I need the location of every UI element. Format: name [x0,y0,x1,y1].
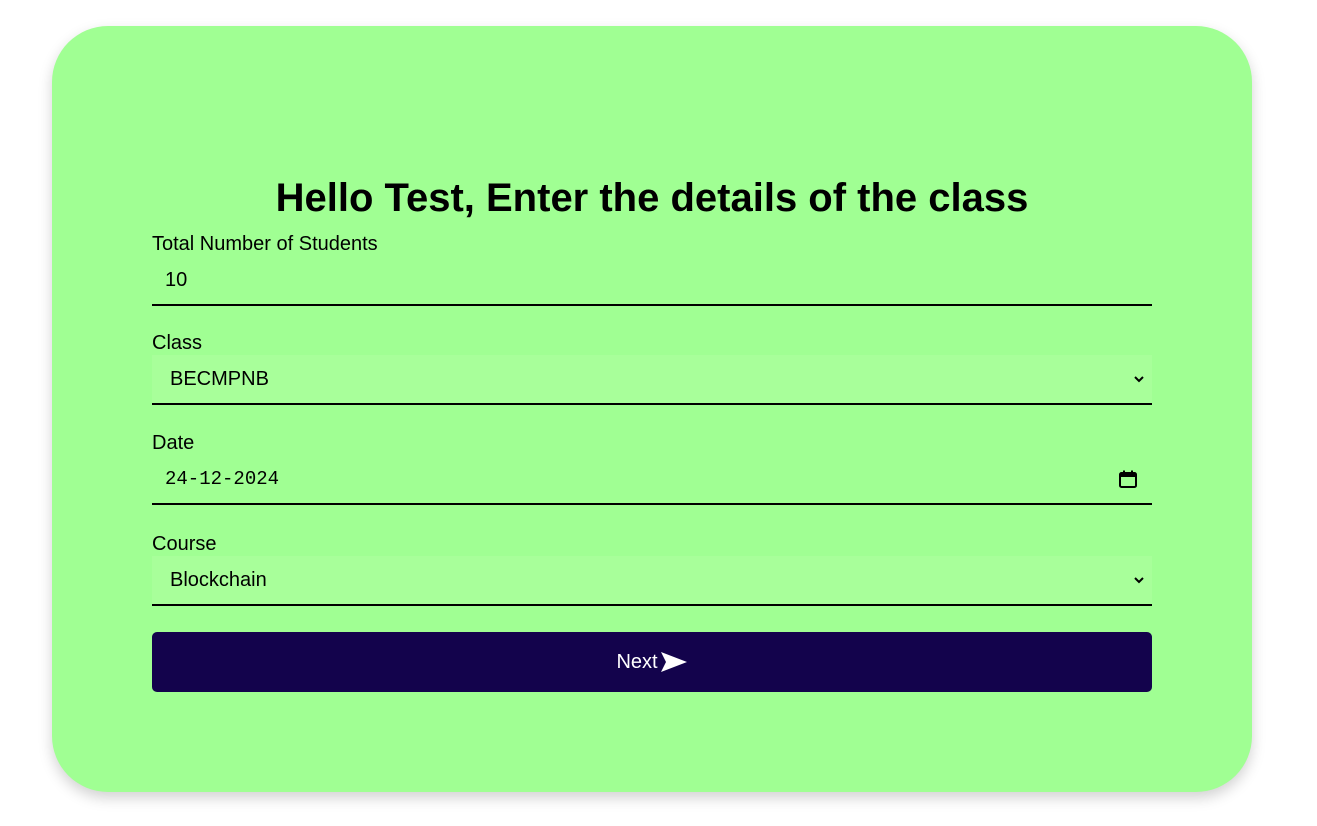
calendar-icon[interactable] [1118,469,1138,489]
course-field: Course Blockchain [152,532,1152,606]
class-details-card: Hello Test, Enter the details of the cla… [52,26,1252,792]
date-label: Date [152,432,195,454]
next-label: Next [616,650,658,673]
students-field: Total Number of Students 10 [152,232,1152,306]
chevron-down-icon [1134,577,1144,584]
course-select[interactable]: Blockchain [152,556,1152,606]
date-value: 24-12-2024 [165,468,280,490]
students-label: Total Number of Students [152,233,378,255]
page-title: Hello Test, Enter the details of the cla… [275,176,1029,220]
class-value: BECMPNB [170,367,269,390]
class-select[interactable]: BECMPNB [152,355,1152,405]
class-label: Class [152,332,203,354]
course-label: Course [152,533,217,555]
date-field: Date 24-12-2024 [152,431,1152,505]
send-arrow-icon [660,652,687,672]
date-input[interactable]: 24-12-2024 [152,455,1152,505]
course-value: Blockchain [170,568,267,591]
chevron-down-icon [1134,376,1144,383]
students-input[interactable]: 10 [152,256,1152,306]
class-field: Class BECMPNB [152,331,1152,405]
students-value: 10 [165,268,188,291]
next-button[interactable]: Next [152,632,1152,692]
